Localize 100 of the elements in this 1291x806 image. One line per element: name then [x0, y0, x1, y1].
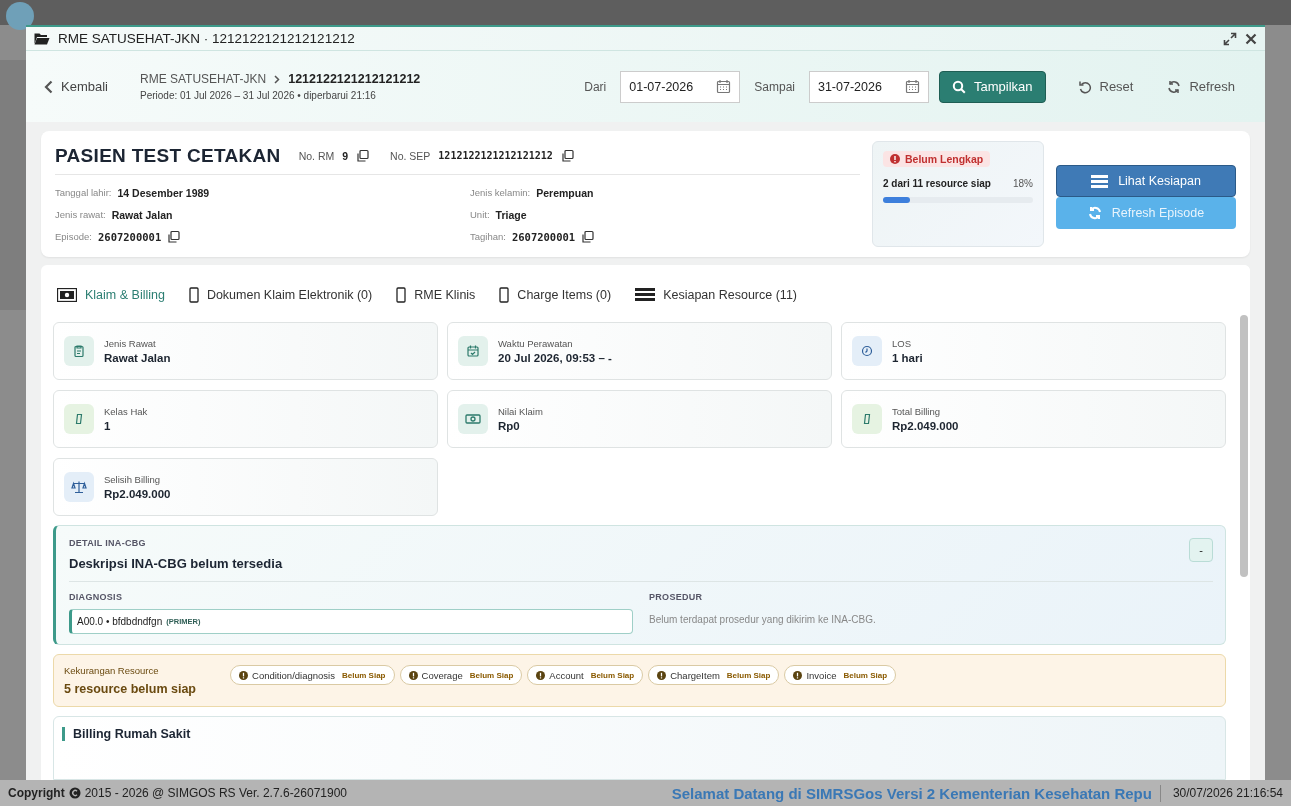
from-label: Dari	[584, 79, 607, 94]
stat-label: Nilai Klaim	[498, 406, 543, 417]
alert-icon	[890, 154, 900, 164]
resource-name: ChargeItem	[670, 669, 720, 681]
document-icon	[396, 287, 407, 303]
tab[interactable]: Charge Items (0)	[499, 287, 612, 303]
show-button[interactable]: Tampilkan	[938, 70, 1046, 103]
stat-value: Rp0	[498, 420, 521, 432]
copy-icon[interactable]	[581, 229, 596, 244]
procedure-label: PROSEDUR	[649, 592, 704, 602]
status-badge: Belum Lengkap	[883, 151, 991, 167]
field-value: 14 Desember 1989	[117, 186, 210, 199]
money-icon	[458, 404, 488, 434]
rm-value: 9	[342, 149, 349, 162]
field-label: Unit:	[470, 209, 490, 220]
field-value: 2607200001	[98, 230, 162, 243]
alert-icon	[536, 670, 546, 680]
field-label: Tagihan:	[470, 231, 506, 242]
alert-icon	[793, 670, 803, 680]
billing-title: Billing Rumah Sakit	[62, 727, 1217, 741]
breadcrumb-current: 1212122121212121212	[288, 72, 421, 86]
money-icon	[57, 288, 77, 302]
readiness-percent: 18%	[1013, 178, 1033, 189]
view-readiness-button[interactable]: Lihat Kesiapan	[1056, 165, 1236, 197]
field-value: Perempuan	[536, 186, 594, 199]
chevron-right-icon	[274, 74, 281, 84]
list-icon	[635, 288, 656, 302]
date-field[interactable]: 31-07-2026	[808, 70, 929, 103]
stat-value: 1	[104, 420, 112, 432]
missing-summary: 5 resource belum siap	[64, 682, 196, 696]
stat-value: Rp2.049.000	[104, 488, 171, 500]
rm-label: No. RM	[298, 149, 335, 162]
resource-name: Invoice	[806, 669, 837, 681]
breadcrumb-link[interactable]: RME SATUSEHAT-JKN	[139, 72, 267, 86]
stat-value: Rawat Jalan	[104, 352, 171, 364]
clock-text: 30/07/2026 21:16:54	[1171, 786, 1283, 800]
scale-icon	[64, 472, 94, 502]
undo-icon	[1077, 79, 1092, 94]
chevron-left-icon	[44, 79, 53, 94]
document-icon	[499, 287, 510, 303]
back-button[interactable]: Kembali	[44, 79, 108, 94]
window-title: RME SATUSEHAT-JKN · 1212122121212121212	[58, 31, 355, 46]
logo-icon[interactable]	[6, 1, 34, 30]
period-text: Periode: 01 Jul 2026 – 31 Jul 2026 • diperbarui 21:16	[139, 90, 377, 101]
copyright-label: Copyright	[8, 786, 65, 800]
alert-icon	[657, 670, 667, 680]
calendar-icon[interactable]	[904, 79, 920, 94]
alert-icon	[408, 670, 418, 680]
status-label: Belum Siap	[843, 670, 888, 680]
copy-icon[interactable]	[167, 229, 182, 244]
marquee-text: Selamat Datang di SIMRSGos Versi 2 Kementerian Kesehatan Repu	[671, 784, 1161, 802]
calendar-icon	[458, 336, 488, 366]
copy-icon[interactable]	[560, 148, 575, 163]
refresh-icon	[1087, 206, 1102, 220]
copyright-text: 2015 - 2026 @ SIMGOS RS Ver. 2.7.6-26071900	[84, 786, 347, 800]
sep-label: No. SEP	[390, 149, 431, 162]
document-icon	[188, 287, 199, 303]
stat-value: 20 Jul 2026, 09:53 – -	[498, 352, 612, 364]
date-field[interactable]: 01-07-2026	[620, 70, 741, 103]
stat-label: Kelas Hak	[104, 406, 148, 417]
alert-icon	[239, 670, 248, 680]
stat-label: Waktu Perawatan	[498, 338, 574, 349]
resource-name: Account	[549, 669, 584, 681]
close-icon[interactable]	[1245, 32, 1257, 45]
status-label: Belum Siap	[469, 670, 514, 680]
sep-value: 1212122121212121212	[438, 150, 553, 161]
field-value: 2607200001	[511, 230, 576, 243]
field-label: Tanggal lahir:	[55, 187, 112, 198]
to-label: Sampai	[754, 79, 795, 94]
clock-icon	[852, 336, 882, 366]
expand-icon[interactable]	[1223, 31, 1237, 46]
stat-label: Jenis Rawat	[104, 338, 157, 349]
missing-label: Kekurangan Resource	[64, 665, 160, 676]
tab[interactable]: Klaim & Billing	[57, 288, 165, 302]
readiness-summary: 2 dari 11 resource siap	[883, 178, 991, 189]
tab[interactable]: Kesiapan Resource (11)	[635, 288, 797, 302]
field-value: Triage	[495, 208, 527, 221]
status-label: Belum Siap	[726, 670, 771, 680]
ina-cbg-title: Deskripsi INA-CBG belum tersedia	[69, 556, 283, 571]
procedure-text: Belum terdapat prosedur yang dikirim ke INA-CBG.	[649, 614, 877, 625]
folder-icon	[34, 32, 50, 45]
status-label: Belum Siap	[590, 670, 635, 680]
patient-name: PASIEN TEST CETAKAN	[55, 144, 281, 167]
status-label: Belum Siap	[341, 670, 386, 680]
field-label: Jenis kelamin:	[470, 187, 531, 198]
list-icon	[1091, 174, 1109, 188]
collapse-button[interactable]: -	[1189, 538, 1213, 562]
copy-icon[interactable]	[356, 148, 371, 163]
resource-name: Coverage	[421, 669, 463, 681]
reset-button[interactable]: Reset	[1065, 70, 1146, 103]
tab[interactable]: RME Klinis	[396, 287, 476, 303]
stat-label: Total Billing	[892, 406, 942, 417]
clipboard-icon	[64, 336, 94, 366]
refresh-button[interactable]: Refresh	[1155, 70, 1247, 103]
copyright-icon	[68, 787, 81, 799]
stat-value: Rp2.049.000	[892, 420, 959, 432]
tab[interactable]: Dokumen Klaim Elektronik (0)	[188, 287, 373, 303]
refresh-icon	[1167, 79, 1182, 94]
stat-label: LOS	[892, 338, 912, 349]
calendar-icon[interactable]	[716, 79, 732, 94]
